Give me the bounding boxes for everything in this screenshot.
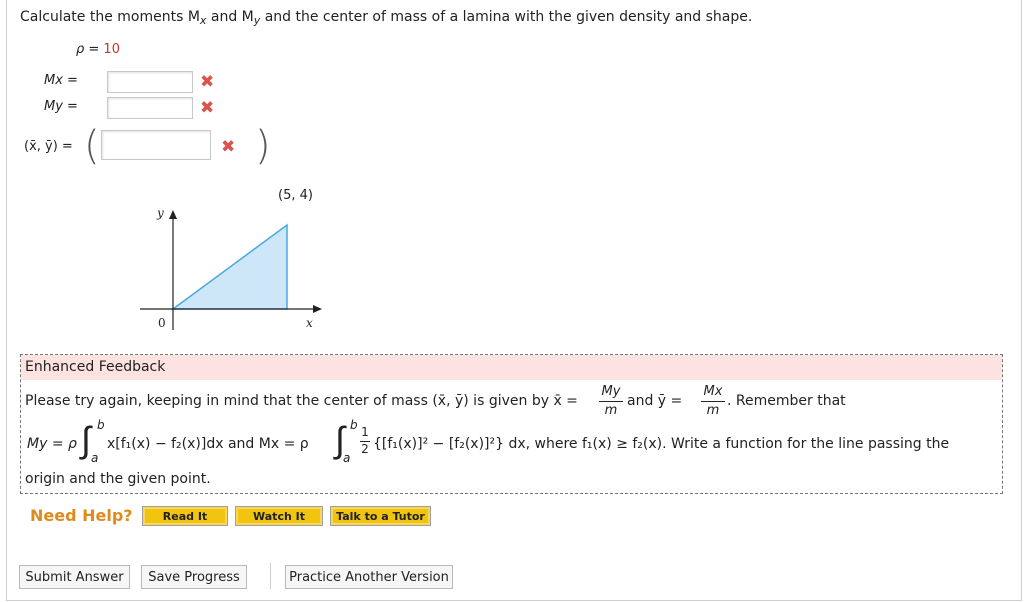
button-separator (270, 563, 271, 589)
mx-input[interactable] (107, 71, 193, 93)
feedback-line-1c: . Remember that (727, 393, 846, 409)
right-paren: ) (255, 123, 271, 169)
feedback-title: Enhanced Feedback (25, 359, 166, 375)
upper-limit: b (350, 418, 358, 432)
submit-answer-button[interactable]: Submit Answer (19, 565, 130, 589)
center-of-mass-input[interactable] (101, 130, 211, 160)
x-axis-label: x (306, 316, 313, 330)
practice-another-version-button[interactable]: Practice Another Version (285, 565, 453, 589)
m-denominator: m (604, 403, 618, 418)
watch-it-button[interactable]: Watch It (235, 506, 323, 526)
y-axis-label: y (157, 206, 164, 220)
mx-label: Mx = (44, 73, 78, 88)
feedback-line-3: origin and the given point. (25, 471, 211, 487)
save-progress-button[interactable]: Save Progress (141, 565, 247, 589)
fraction-bar (599, 401, 623, 402)
question-text: Calculate the moments Mx and My and the … (20, 9, 753, 27)
left-paren: ( (84, 123, 100, 169)
m-denominator: m (706, 403, 720, 418)
center-of-mass-label: (x̄, ȳ) = (24, 139, 73, 154)
feedback-line-2b: x[f₁(x) − f₂(x)]dx and Mx = ρ (107, 436, 309, 452)
density-value: 10 (103, 42, 120, 57)
feedback-line-1b: and ȳ = (627, 393, 683, 409)
my-incorrect-icon: ✖ (200, 98, 215, 118)
half-numerator: 1 (361, 425, 369, 439)
upper-limit: b (97, 418, 105, 432)
fraction-bar (701, 401, 725, 402)
center-incorrect-icon: ✖ (221, 137, 236, 157)
point-label: (5, 4) (278, 188, 313, 203)
half-denominator: 2 (361, 442, 369, 456)
my-label: My = (44, 99, 78, 114)
need-help-label: Need Help? (30, 506, 133, 525)
origin-label: 0 (158, 316, 166, 330)
density-label: ρ = 10 (76, 42, 120, 57)
x-axis-arrow (313, 305, 322, 313)
read-it-button[interactable]: Read It (142, 506, 228, 526)
feedback-header: Enhanced Feedback (21, 355, 1002, 380)
my-input[interactable] (107, 97, 193, 119)
talk-to-tutor-button[interactable]: Talk to a Tutor (330, 506, 431, 526)
feedback-box: Enhanced Feedback Please try again, keep… (20, 354, 1003, 494)
my-formula-prefix: My = ρ (27, 436, 77, 452)
integral-sign: ∫ (81, 420, 91, 461)
mx-incorrect-icon: ✖ (200, 72, 215, 92)
mx-numerator: Mx (703, 384, 723, 399)
my-numerator: My (601, 384, 621, 399)
feedback-line-1a: Please try again, keeping in mind that t… (25, 393, 578, 409)
y-axis-arrow (169, 210, 177, 219)
lower-limit: a (343, 451, 351, 465)
lower-limit: a (91, 451, 99, 465)
lamina-region (170, 223, 288, 310)
feedback-line-2c: {[f₁(x)]² − [f₂(x)]²} dx, where f₁(x) ≥ … (373, 436, 950, 452)
